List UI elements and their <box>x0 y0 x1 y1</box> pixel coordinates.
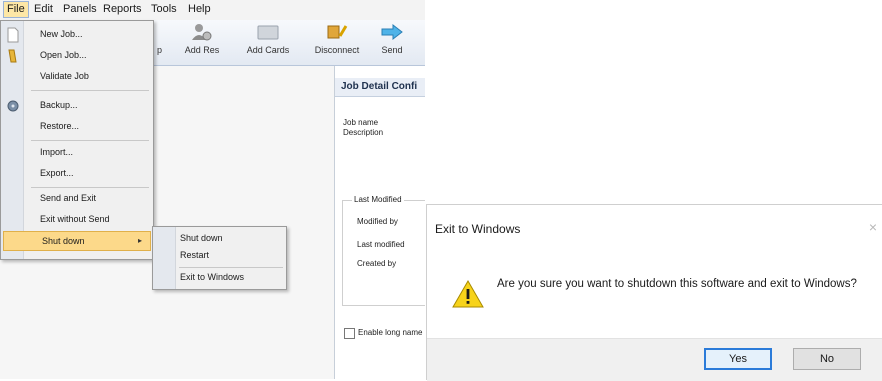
submenu-item-shut-down[interactable]: Shut down <box>180 233 223 243</box>
add-cards-button[interactable]: Add Cards <box>238 22 298 55</box>
submenu-arrow-icon: ▸ <box>137 236 142 245</box>
menu-reports[interactable]: Reports <box>103 3 142 15</box>
enable-long-names-checkbox[interactable] <box>344 328 355 339</box>
menu-item-validate-job[interactable]: Validate Job <box>2 67 152 87</box>
last-modified-group <box>342 200 425 306</box>
submenu-icon-gutter <box>153 227 176 289</box>
created-by-label: Created by <box>357 259 397 268</box>
menu-separator <box>31 140 149 141</box>
job-detail-title: Job Detail Confi <box>341 81 418 92</box>
shutdown-submenu: Shut down Restart Exit to Windows <box>152 226 287 290</box>
file-menu-dropdown: New Job... Open Job... Validate Job Back… <box>0 20 154 260</box>
add-cards-icon <box>257 25 279 40</box>
menu-separator <box>31 187 149 188</box>
menu-item-send-and-exit[interactable]: Send and Exit <box>2 189 152 209</box>
disconnect-button[interactable]: Disconnect <box>307 22 367 55</box>
submenu-item-exit-to-windows[interactable]: Exit to Windows <box>180 272 244 282</box>
job-name-label: Job name <box>343 118 379 127</box>
exit-dialog: Exit to Windows × Are you sure you want … <box>426 204 882 381</box>
open-folder-icon <box>8 49 17 63</box>
menu-item-open-job[interactable]: Open Job... <box>2 46 152 66</box>
submenu-separator <box>179 267 283 268</box>
backup-disk-icon <box>7 100 19 112</box>
description-label: Description <box>343 128 384 137</box>
last-modified-group-legend: Last Modified <box>352 195 404 204</box>
menu-edit[interactable]: Edit <box>34 3 53 15</box>
menu-panels[interactable]: Panels <box>63 3 97 15</box>
send-arrow-icon <box>381 23 403 41</box>
menu-item-exit-without-send[interactable]: Exit without Send <box>2 210 152 230</box>
dialog-message: Are you sure you want to shutdown this s… <box>497 278 857 290</box>
menu-item-backup[interactable]: Backup... <box>2 96 152 116</box>
job-detail-header: Job Detail Confi <box>335 78 425 97</box>
add-resource-button[interactable]: Add Res <box>172 22 232 55</box>
modified-by-label: Modified by <box>357 217 398 226</box>
disconnect-icon <box>327 25 348 39</box>
menu-tools[interactable]: Tools <box>151 3 177 15</box>
menu-file[interactable]: File <box>3 1 29 18</box>
menu-item-new-job[interactable]: New Job... <box>2 25 152 45</box>
dialog-button-bar: Yes No <box>427 338 882 381</box>
dialog-title: Exit to Windows <box>435 222 521 236</box>
menu-item-shut-down[interactable]: Shut down ▸ <box>3 231 151 251</box>
app-window: File Edit Panels Reports Tools Help p Ad… <box>0 0 425 379</box>
add-resource-icon <box>192 24 212 41</box>
yes-button[interactable]: Yes <box>704 348 772 370</box>
no-button[interactable]: No <box>793 348 861 370</box>
menu-item-export[interactable]: Export... <box>2 164 152 184</box>
enable-long-names-label: Enable long name <box>358 328 423 337</box>
menu-item-import[interactable]: Import... <box>2 143 152 163</box>
last-modified-label: Last modified <box>357 240 405 249</box>
menu-help[interactable]: Help <box>188 3 211 15</box>
menu-bar: File Edit Panels Reports Tools Help <box>0 0 425 21</box>
menu-item-restore[interactable]: Restore... <box>2 117 152 137</box>
warning-icon <box>452 280 484 308</box>
send-button[interactable]: Send <box>362 22 422 55</box>
submenu-item-restart[interactable]: Restart <box>180 250 209 260</box>
close-icon[interactable]: × <box>869 219 877 235</box>
menu-separator <box>31 90 149 91</box>
new-document-icon <box>7 27 19 43</box>
